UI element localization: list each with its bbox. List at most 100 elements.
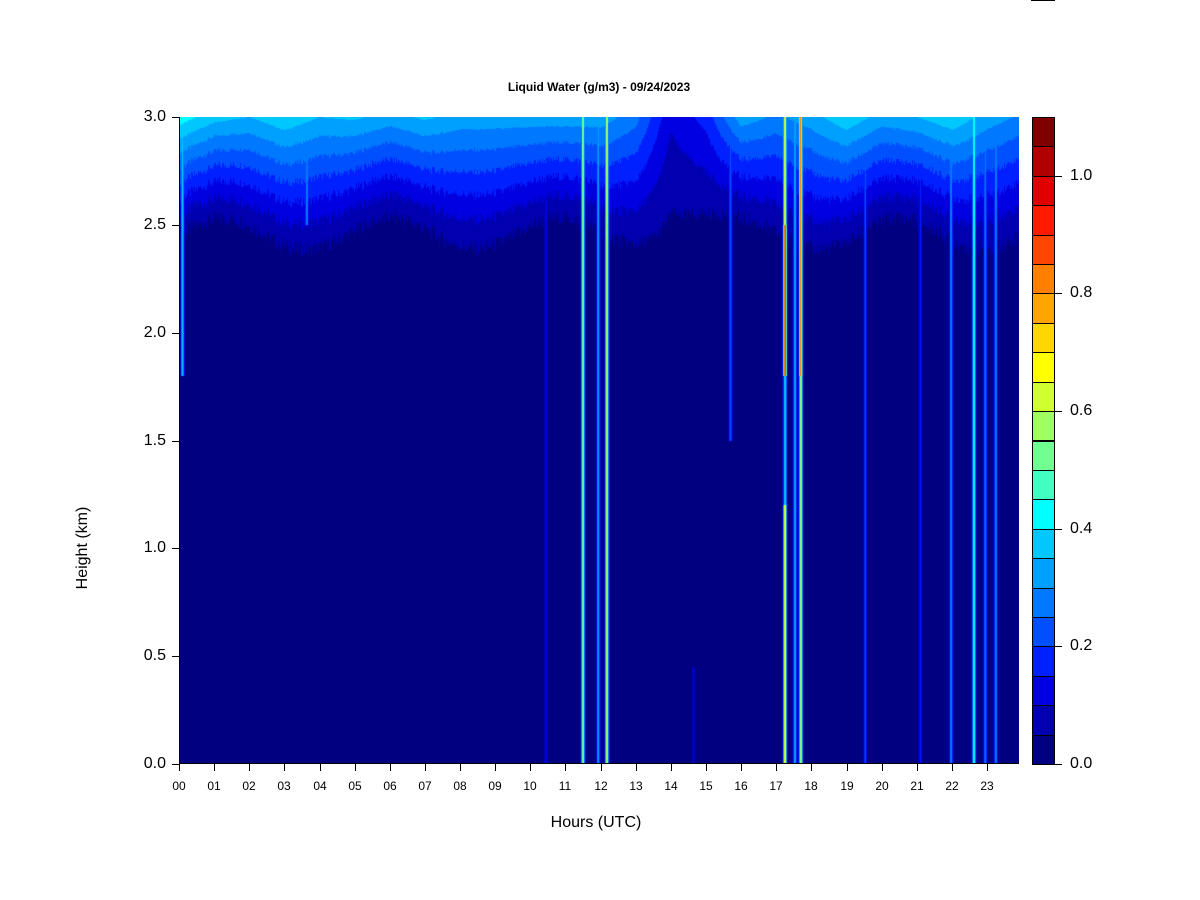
x-tick-label: 12 xyxy=(594,779,608,793)
x-tick xyxy=(284,764,285,771)
y-tick xyxy=(172,656,179,658)
colorbar-tick xyxy=(1055,529,1062,530)
x-tick-label: 03 xyxy=(277,779,291,793)
x-tick xyxy=(741,764,742,771)
x-tick-label: 01 xyxy=(207,779,221,793)
x-tick xyxy=(636,764,637,771)
colorbar-tick-label: 0.8 xyxy=(1070,284,1093,302)
x-tick-label: 20 xyxy=(875,779,889,793)
x-tick xyxy=(917,764,918,771)
colorbar-level xyxy=(1032,499,1055,530)
x-tick-label: 15 xyxy=(699,779,713,793)
x-tick xyxy=(390,764,391,771)
y-tick-label: 0.0 xyxy=(143,755,166,772)
colorbar-tick xyxy=(1055,411,1062,412)
y-tick xyxy=(172,224,179,226)
colorbar-level xyxy=(1032,734,1055,765)
x-tick xyxy=(214,764,215,771)
colorbar-level xyxy=(1032,234,1055,266)
y-tick xyxy=(172,117,179,118)
y-tick-label: 2.0 xyxy=(143,323,166,341)
y-tick-label: 1.0 xyxy=(143,539,166,557)
x-tick xyxy=(355,764,356,771)
colorbar-level xyxy=(1032,381,1055,413)
colorbar-level xyxy=(1032,146,1055,177)
colorbar-tick xyxy=(1055,293,1062,294)
x-tick-label: 00 xyxy=(172,779,186,793)
colorbar-level xyxy=(1032,587,1055,618)
liquid-water-heatmap xyxy=(179,117,1019,764)
colorbar-level xyxy=(1032,646,1055,677)
colorbar-level xyxy=(1032,558,1055,589)
colorbar-level xyxy=(1032,616,1055,648)
x-tick-label: 08 xyxy=(453,779,467,793)
y-tick-label: 1.5 xyxy=(143,431,166,449)
x-tick xyxy=(249,764,250,771)
y-tick xyxy=(172,440,179,442)
x-tick xyxy=(706,764,707,771)
colorbar-level xyxy=(1032,205,1055,236)
x-tick-label: 04 xyxy=(313,779,327,793)
x-tick-label: 19 xyxy=(840,779,854,793)
y-tick xyxy=(172,764,179,765)
x-tick xyxy=(425,764,426,771)
colorbar-tick-label: 0.6 xyxy=(1070,402,1093,420)
x-tick xyxy=(460,764,461,771)
colorbar-level xyxy=(1032,293,1055,324)
x-tick-label: 16 xyxy=(734,779,748,793)
x-tick xyxy=(495,764,496,771)
y-axis-label: Height (km) xyxy=(74,506,91,590)
x-tick xyxy=(811,764,812,771)
y-tick-label: 2.5 xyxy=(143,215,166,233)
x-tick-label: 07 xyxy=(418,779,432,793)
x-tick-label: 05 xyxy=(348,779,362,793)
y-tick-label: 0.5 xyxy=(143,647,166,665)
x-tick-label: 21 xyxy=(910,779,924,793)
x-tick-label: 11 xyxy=(558,779,572,793)
colorbar-tick-label: 1.0 xyxy=(1070,166,1093,184)
x-tick xyxy=(179,764,180,771)
x-tick xyxy=(320,764,321,771)
colorbar-level xyxy=(1032,675,1055,707)
x-tick xyxy=(530,764,531,771)
x-tick xyxy=(601,764,602,771)
colorbar-level xyxy=(1032,175,1055,207)
y-tick-label: 3.0 xyxy=(143,108,166,125)
x-tick-label: 23 xyxy=(980,779,994,793)
top-edge-mark xyxy=(1031,0,1055,1)
x-tick xyxy=(776,764,777,771)
x-tick-label: 22 xyxy=(945,779,959,793)
chart-title: Liquid Water (g/m3) - 09/24/2023 xyxy=(507,80,691,94)
x-tick xyxy=(671,764,672,771)
colorbar-level xyxy=(1032,264,1055,295)
y-tick xyxy=(172,548,179,550)
colorbar-level xyxy=(1032,469,1055,501)
colorbar-level xyxy=(1032,117,1055,148)
x-tick xyxy=(987,764,988,771)
colorbar-level xyxy=(1032,705,1055,736)
y-tick xyxy=(172,332,179,334)
x-tick xyxy=(565,764,566,771)
x-tick-label: 06 xyxy=(383,779,397,793)
x-tick xyxy=(847,764,848,771)
colorbar-level xyxy=(1032,411,1055,442)
x-tick-label: 14 xyxy=(664,779,678,793)
x-tick-label: 09 xyxy=(488,779,502,793)
x-tick-label: 10 xyxy=(523,779,537,793)
x-axis-label: Hours (UTC) xyxy=(550,814,642,831)
x-tick-label: 18 xyxy=(804,779,818,793)
colorbar-tick xyxy=(1055,176,1062,177)
colorbar-level xyxy=(1032,352,1055,383)
x-tick-label: 02 xyxy=(242,779,256,793)
colorbar-level xyxy=(1032,322,1055,354)
colorbar-tick-label: 0.0 xyxy=(1070,755,1093,772)
x-tick xyxy=(952,764,953,771)
colorbar-tick xyxy=(1055,764,1062,765)
x-tick-label: 17 xyxy=(769,779,783,793)
colorbar-level xyxy=(1032,440,1055,471)
x-tick-label: 13 xyxy=(629,779,643,793)
colorbar-tick xyxy=(1055,646,1062,647)
colorbar-tick-label: 0.4 xyxy=(1070,519,1093,537)
colorbar-level xyxy=(1032,528,1055,560)
colorbar-tick-label: 0.2 xyxy=(1070,637,1093,655)
